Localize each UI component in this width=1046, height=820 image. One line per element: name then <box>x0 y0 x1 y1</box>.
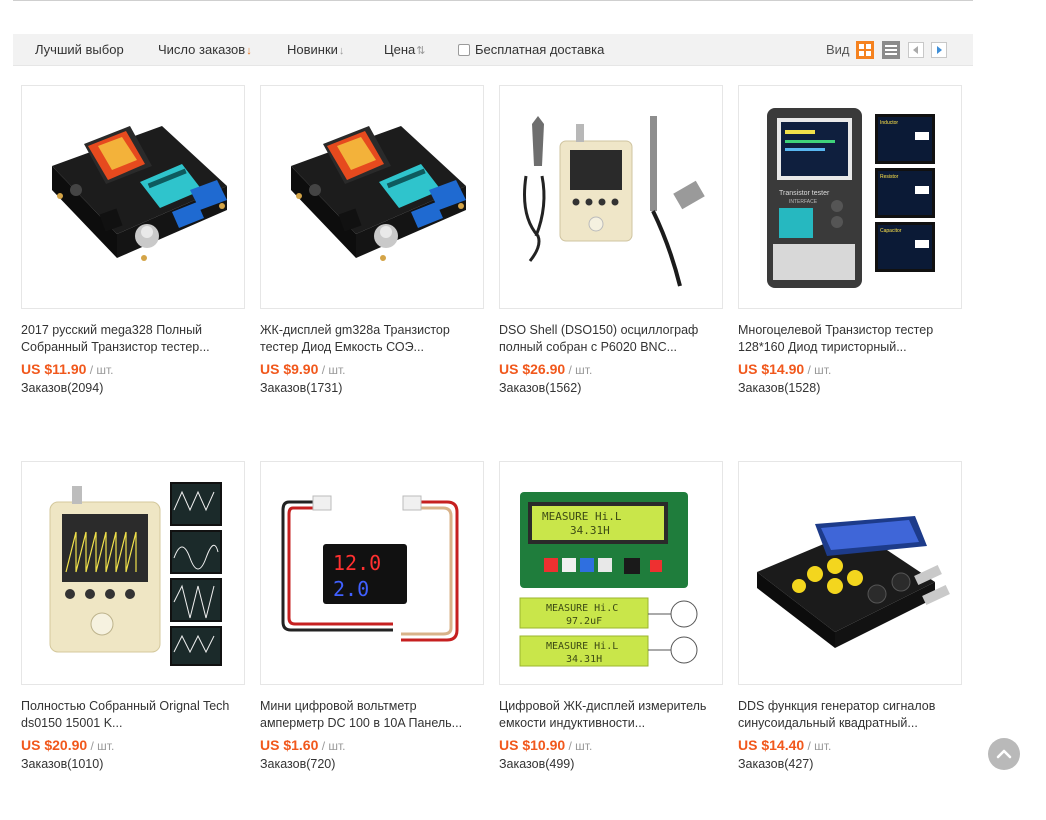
product-card[interactable]: 12.0 2.0 Мини цифровой вольтметр амперме… <box>260 461 484 771</box>
arrow-updown-icon: ⇅ <box>416 45 426 57</box>
arrow-down-icon: ↓ <box>338 45 345 57</box>
product-orders: Заказов(1562) <box>499 381 582 395</box>
lc-meter-image[interactable]: MEASURE Hi.L 34.31H MEASURE Hi.C 97.2uF … <box>499 461 723 685</box>
product-orders: Заказов(499) <box>499 757 575 771</box>
product-price: US $10.90 / шт. <box>499 737 593 753</box>
svg-text:Inductor: Inductor <box>880 120 898 126</box>
product-orders: Заказов(1731) <box>260 381 343 395</box>
transistor-tester-image[interactable]: Transistor tester INTERFACE Inductor Res… <box>738 85 962 309</box>
product-price: US $9.90 / шт. <box>260 361 346 377</box>
prev-page-icon[interactable] <box>908 42 924 58</box>
view-label: Вид <box>826 42 850 57</box>
chevron-up-icon <box>996 749 1012 759</box>
sort-best-match[interactable]: Лучший выбор <box>35 42 124 57</box>
product-price: US $20.90 / шт. <box>21 737 115 753</box>
free-shipping-label: Бесплатная доставка <box>475 42 605 57</box>
transistor-tester-board-image[interactable] <box>21 85 245 309</box>
sort-price[interactable]: Цена⇅ <box>384 42 425 57</box>
free-shipping-filter[interactable]: Бесплатная доставка <box>458 42 604 57</box>
product-title[interactable]: Многоцелевой Транзистор тестер 128*160 Д… <box>738 322 962 356</box>
free-shipping-checkbox[interactable] <box>458 43 470 56</box>
product-card[interactable]: DDS функция генератор сигналов синусоида… <box>738 461 962 771</box>
svg-text:12.0: 12.0 <box>333 551 381 575</box>
product-card[interactable]: MEASURE Hi.L 34.31H MEASURE Hi.C 97.2uF … <box>499 461 723 771</box>
signal-generator-image[interactable] <box>738 461 962 685</box>
product-price: US $11.90 / шт. <box>21 361 114 377</box>
product-title[interactable]: DDS функция генератор сигналов синусоида… <box>738 698 962 732</box>
svg-text:Capacitor: Capacitor <box>880 228 902 234</box>
product-orders: Заказов(1528) <box>738 381 821 395</box>
product-price: US $14.90 / шт. <box>738 361 832 377</box>
next-page-icon[interactable] <box>931 42 947 58</box>
svg-text:34.31H: 34.31H <box>570 524 610 537</box>
volt-ampere-meter-image[interactable]: 12.0 2.0 <box>260 461 484 685</box>
product-title[interactable]: Цифровой ЖК-дисплей измеритель емкости и… <box>499 698 723 732</box>
svg-text:Resistor: Resistor <box>880 174 899 180</box>
product-card[interactable]: 2017 русский mega328 Полный Собранный Тр… <box>21 85 245 395</box>
svg-text:97.2uF: 97.2uF <box>566 616 602 627</box>
oscilloscope-image[interactable] <box>21 461 245 685</box>
product-title[interactable]: Мини цифровой вольтметр амперметр DC 100… <box>260 698 484 732</box>
sort-bar: Лучший выбор Число заказов↓ Новинки↓ Цен… <box>13 34 973 66</box>
product-card[interactable]: DSO Shell (DSO150) осциллограф полный со… <box>499 85 723 395</box>
svg-text:MEASURE Hi.C: MEASURE Hi.C <box>546 603 618 614</box>
sort-orders[interactable]: Число заказов↓ <box>158 42 252 57</box>
product-price: US $1.60 / шт. <box>260 737 346 753</box>
product-title[interactable]: 2017 русский mega328 Полный Собранный Тр… <box>21 322 245 356</box>
product-price: US $26.90 / шт. <box>499 361 593 377</box>
product-orders: Заказов(1010) <box>21 757 104 771</box>
grid-view-icon[interactable] <box>856 41 874 59</box>
svg-text:INTERFACE: INTERFACE <box>789 199 818 205</box>
product-price: US $14.40 / шт. <box>738 737 832 753</box>
list-view-icon[interactable] <box>882 41 900 59</box>
arrow-down-icon: ↓ <box>246 45 252 57</box>
product-orders: Заказов(427) <box>738 757 814 771</box>
back-to-top-button[interactable] <box>988 738 1020 770</box>
top-divider <box>13 0 973 1</box>
oscilloscope-kit-image[interactable] <box>499 85 723 309</box>
transistor-tester-board-image[interactable] <box>260 85 484 309</box>
svg-text:Transistor tester: Transistor tester <box>779 190 830 197</box>
product-card[interactable]: Transistor tester INTERFACE Inductor Res… <box>738 85 962 395</box>
product-orders: Заказов(2094) <box>21 381 104 395</box>
product-title[interactable]: ЖК-дисплей gm328a Транзистор тестер Диод… <box>260 322 484 356</box>
product-orders: Заказов(720) <box>260 757 336 771</box>
svg-text:2.0: 2.0 <box>333 577 369 601</box>
product-title[interactable]: DSO Shell (DSO150) осциллограф полный со… <box>499 322 723 356</box>
product-card[interactable]: ЖК-дисплей gm328a Транзистор тестер Диод… <box>260 85 484 395</box>
product-card[interactable]: Полностью Собранный Orignal Tech ds0150 … <box>21 461 245 771</box>
sort-newest[interactable]: Новинки↓ <box>287 42 344 57</box>
svg-text:MEASURE Hi.L: MEASURE Hi.L <box>546 641 618 652</box>
svg-text:MEASURE Hi.L: MEASURE Hi.L <box>542 510 622 523</box>
product-title[interactable]: Полностью Собранный Orignal Tech ds0150 … <box>21 698 245 732</box>
svg-text:34.31H: 34.31H <box>566 654 602 665</box>
